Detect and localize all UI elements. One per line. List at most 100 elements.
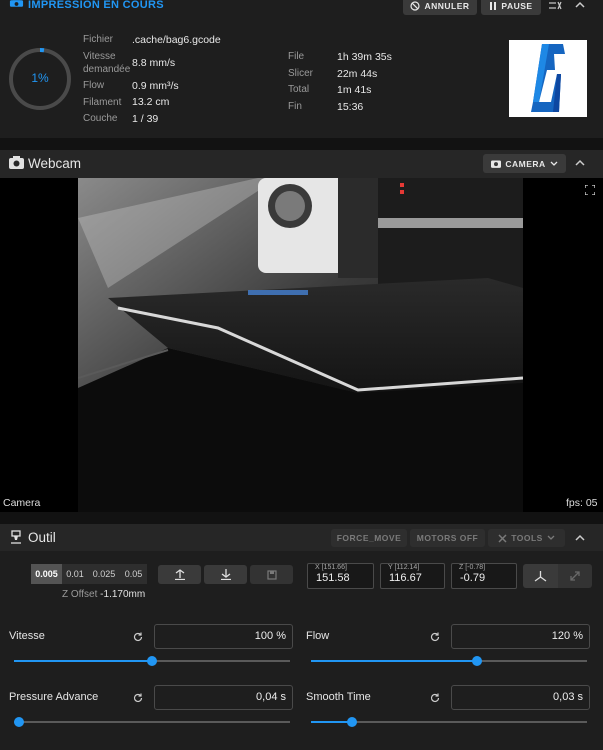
chevron-down-icon [547, 535, 555, 540]
z-position-value: -0.79 [460, 572, 486, 584]
smooth-time-label: Smooth Time [306, 691, 371, 703]
speed-value: 8.8 mm/s [132, 57, 176, 69]
swap-icon[interactable] [548, 0, 562, 11]
gcode-thumbnail [509, 40, 587, 117]
smooth-time-slider[interactable] [311, 717, 587, 727]
flow-factor-label: Flow [306, 630, 330, 642]
x-position-label: X [151.66] [315, 564, 347, 571]
home-button[interactable] [523, 564, 558, 588]
flow-factor-input[interactable]: 120 % [451, 624, 590, 649]
chevron-down-icon [550, 161, 558, 166]
tool-title: Outil [28, 530, 56, 545]
end-time-value: 15:36 [337, 101, 364, 113]
y-position-field[interactable]: Y [112.14] 116.67 [380, 563, 445, 589]
slider-handle[interactable] [14, 717, 24, 727]
status-title: IMPRESSION EN COURS [28, 0, 164, 11]
reset-icon[interactable] [132, 692, 144, 704]
file-value: .cache/bag6.gcode [132, 34, 221, 46]
z-offset-label: Z Offset [62, 589, 98, 600]
expand-icon [570, 571, 580, 581]
slider-fill [14, 660, 152, 662]
printer-icon [9, 0, 24, 7]
pause-icon [490, 1, 497, 10]
reset-icon[interactable] [429, 631, 441, 643]
speed-factor-slider[interactable] [14, 656, 290, 666]
motors-off-button[interactable]: MOTORS OFF [410, 529, 485, 547]
file-time-label: File [288, 51, 305, 62]
camera-name: Camera [3, 497, 41, 509]
flow-label: Flow [83, 80, 105, 91]
reset-icon[interactable] [132, 631, 144, 643]
end-time-label: Fin [288, 101, 302, 112]
z-position-field[interactable]: Z [-0.78] -0.79 [451, 563, 517, 589]
step-option[interactable]: 0.05 [120, 564, 147, 584]
smooth-time-input[interactable]: 0,03 s [451, 685, 590, 710]
thumbnail-model-image [531, 44, 565, 112]
step-option[interactable]: 0.005 [31, 564, 62, 584]
filament-value: 13.2 cm [132, 96, 170, 108]
slider-fill [311, 660, 477, 662]
step-option[interactable]: 0.01 [62, 564, 88, 584]
step-option[interactable]: 0.025 [88, 564, 120, 584]
flow-factor-slider[interactable] [311, 656, 587, 666]
total-time-label: Total [288, 84, 310, 95]
collapse-tool-icon[interactable] [574, 533, 586, 543]
pressure-advance-slider[interactable] [14, 717, 290, 727]
webcam-stream-image [78, 178, 523, 512]
filament-label: Filament [83, 97, 122, 108]
tools-label: TOOLS [511, 533, 543, 543]
file-label: Fichier [83, 34, 114, 45]
z-offset-down-button[interactable] [204, 565, 247, 584]
z-offset-value: -1.170mm [100, 589, 146, 600]
expand-button[interactable] [558, 564, 592, 588]
total-time-value: 1m 41s [337, 84, 372, 96]
arrow-down-icon [220, 569, 231, 580]
pause-button[interactable]: PAUSE [481, 0, 541, 15]
z-offset-up-button[interactable] [158, 565, 201, 584]
pressure-advance-label: Pressure Advance [9, 691, 99, 703]
reset-icon[interactable] [429, 692, 441, 704]
camera-select-button[interactable]: CAMERA [483, 154, 566, 173]
slicer-time-value: 22m 44s [337, 68, 378, 80]
speed-label: Vitesse demandée [83, 51, 131, 75]
cancel-label: ANNULER [424, 0, 470, 11]
webcam-title: Webcam [28, 156, 82, 171]
y-position-value: 116.67 [389, 572, 422, 584]
x-position-value: 151.58 [316, 572, 350, 584]
nozzle-icon [11, 530, 21, 544]
layer-label: Couche [83, 113, 118, 124]
arrow-up-icon [174, 569, 185, 580]
z-offset-readout: Z Offset -1.170mm [62, 589, 145, 600]
y-position-label: Y [112.14] [388, 564, 420, 571]
camera-icon [9, 156, 24, 169]
pause-label: PAUSE [501, 0, 533, 11]
force-move-label: FORCE_MOVE [336, 533, 402, 543]
z-offset-save-button[interactable] [250, 565, 293, 584]
speed-factor-input[interactable]: 100 % [154, 624, 293, 649]
force-move-button[interactable]: FORCE_MOVE [331, 529, 407, 547]
flow-value: 0.9 mm³/s [132, 80, 179, 92]
z-position-label: Z [-0.78] [459, 564, 486, 571]
progress-percent: 1% [31, 71, 49, 85]
save-icon [266, 569, 277, 580]
cancel-icon [410, 0, 421, 11]
fps-readout: fps: 05 [566, 497, 598, 509]
home-axes-icon [534, 571, 547, 582]
slider-handle[interactable] [471, 656, 482, 666]
slicer-time-label: Slicer [288, 68, 314, 79]
slider-fill [311, 721, 353, 723]
tools-menu-button[interactable]: TOOLS [488, 529, 565, 547]
wrench-icon [498, 533, 507, 543]
file-time-value: 1h 39m 35s [337, 51, 392, 63]
slider-handle[interactable] [147, 656, 157, 666]
collapse-webcam-icon[interactable] [574, 158, 586, 168]
cancel-button[interactable]: ANNULER [403, 0, 477, 15]
camera-select-label: CAMERA [505, 158, 546, 169]
pressure-advance-input[interactable]: 0,04 s [154, 685, 293, 710]
x-position-field[interactable]: X [151.66] 151.58 [307, 563, 374, 589]
collapse-status-icon[interactable] [574, 0, 586, 10]
speed-factor-label: Vitesse [9, 630, 45, 642]
layer-value: 1 / 39 [132, 113, 159, 125]
fullscreen-icon[interactable] [585, 185, 595, 195]
camera-small-icon [491, 160, 502, 168]
